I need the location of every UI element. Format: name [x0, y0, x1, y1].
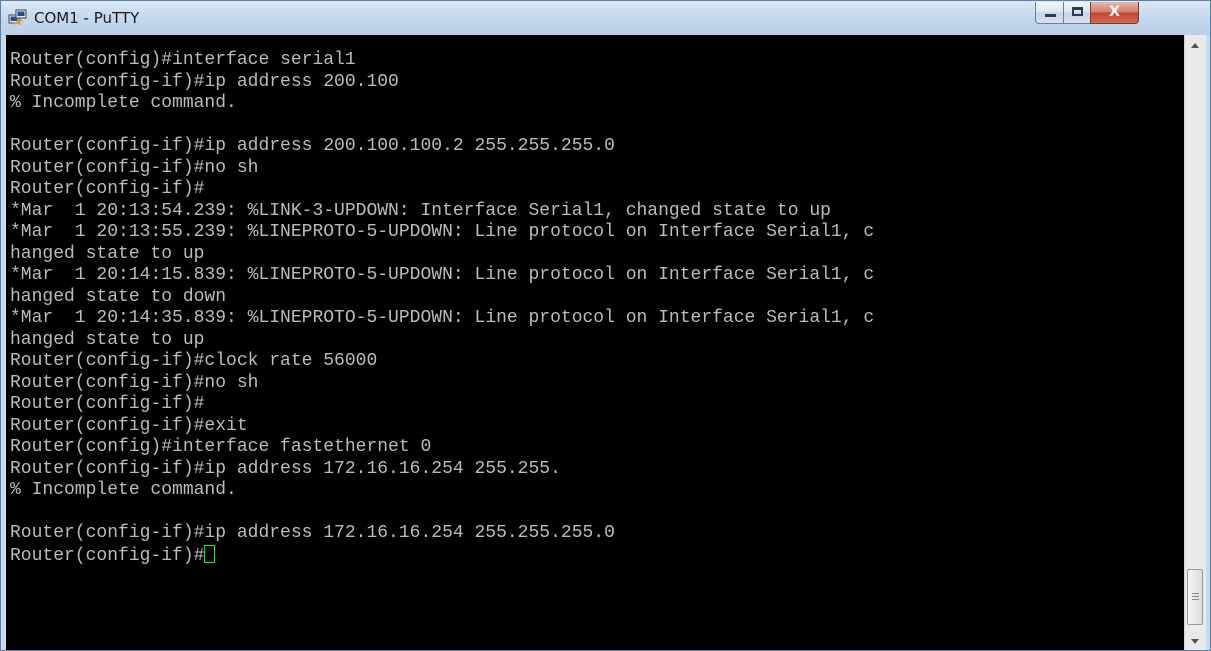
terminal-line: Router(config-if)#	[10, 394, 205, 414]
scroll-down-arrow-icon	[1191, 639, 1199, 644]
terminal-line: Router(config-if)#no sh	[10, 372, 259, 393]
terminal-line: Router(config-if)#	[10, 179, 205, 199]
scrollbar-thumb[interactable]	[1187, 569, 1203, 625]
terminal-line: hanged state to up	[10, 329, 205, 350]
terminal-line: % Incomplete command.	[10, 93, 237, 113]
terminal-line: hanged state to down	[10, 286, 227, 307]
scroll-down-button[interactable]	[1185, 632, 1206, 650]
terminal-line: hanged state to up	[10, 243, 205, 264]
window-border	[1206, 35, 1210, 650]
terminal-line: Router(config-if)#clock rate 56000	[10, 351, 378, 371]
terminal-line: Router(config-if)#ip address 172.16.16.2…	[10, 523, 615, 543]
grip-line	[1192, 593, 1199, 594]
title-bar[interactable]: COM1 - PuTTY X	[1, 1, 1210, 35]
terminal-area[interactable]: Router(config)#interface serial1 Router(c…	[6, 35, 1184, 650]
terminal-line: *Mar 1 20:14:15.839: %LINEPROTO-5-UPDOWN…	[10, 265, 875, 285]
grip-line	[1192, 599, 1199, 600]
window-title: COM1 - PuTTY	[34, 9, 140, 27]
grip-line	[1192, 596, 1199, 597]
terminal-line: Router(config)#interface serial1	[10, 50, 356, 70]
terminal-prompt: Router(config-if)#	[10, 545, 205, 566]
scroll-up-arrow-icon	[1191, 43, 1199, 48]
terminal-line: Router(config-if)#no sh	[10, 157, 259, 178]
terminal-output: Router(config)#interface serial1 Router(c…	[10, 50, 874, 566]
terminal-line: % Incomplete command.	[10, 480, 237, 500]
minimize-button[interactable]	[1035, 2, 1064, 24]
terminal-line: *Mar 1 20:14:35.839: %LINEPROTO-5-UPDOWN…	[10, 308, 875, 328]
terminal-line: Router(config-if)#ip address 200.100	[10, 71, 399, 92]
terminal-cursor	[204, 544, 216, 563]
putty-icon[interactable]	[8, 9, 28, 27]
terminal-line: *Mar 1 20:13:55.239: %LINEPROTO-5-UPDOWN…	[10, 222, 875, 242]
putty-window: COM1 - PuTTY X Router(config)#interface …	[0, 0, 1211, 651]
terminal-line: Router(config-if)#exit	[10, 415, 248, 436]
scroll-up-button[interactable]	[1185, 35, 1206, 55]
minimize-icon	[1045, 14, 1056, 17]
terminal-line: Router(config-if)#ip address 200.100.100…	[10, 136, 615, 156]
terminal-prompt-line[interactable]: Router(config-if)#	[10, 544, 874, 567]
maximize-button[interactable]	[1063, 2, 1091, 24]
terminal-line: Router(config)#interface fastethernet 0	[10, 437, 432, 457]
terminal-line: Router(config-if)#ip address 172.16.16.2…	[10, 458, 561, 479]
vertical-scrollbar[interactable]	[1184, 35, 1206, 650]
close-icon: X	[1109, 4, 1120, 20]
terminal-line: *Mar 1 20:13:54.239: %LINK-3-UPDOWN: Int…	[10, 200, 831, 221]
maximize-icon	[1072, 7, 1083, 16]
close-button[interactable]: X	[1090, 2, 1139, 24]
